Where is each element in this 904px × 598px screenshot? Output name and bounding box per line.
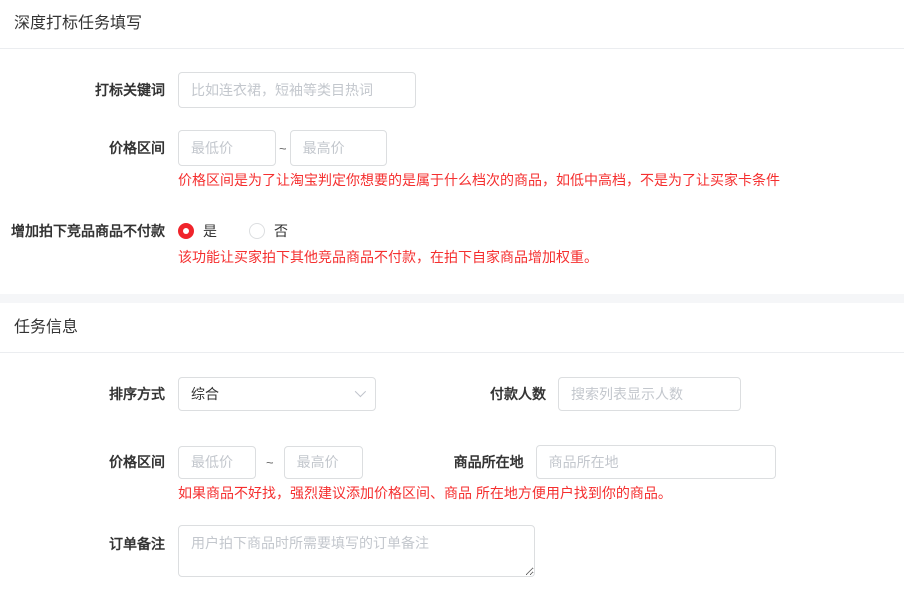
tilde-separator: ~ — [279, 141, 287, 156]
keyword-row: 打标关键词 — [0, 72, 904, 108]
price-range-hint: 价格区间是为了让淘宝判定你想要的是属于什么档次的商品，如低中高档，不是为了让买家… — [178, 172, 904, 188]
section-divider — [0, 352, 904, 353]
sort-payers-row: 排序方式 综合 付款人数 — [0, 377, 904, 411]
section-title-deep-marking: 深度打标任务填写 — [0, 0, 904, 35]
competitor-radio-group: 是 否 — [178, 221, 320, 241]
radio-option-no[interactable]: 否 — [249, 221, 288, 241]
keyword-input[interactable] — [178, 72, 416, 108]
radio-unchecked-icon — [249, 223, 265, 239]
section-deep-marking-task: 深度打标任务填写 打标关键词 价格区间 ~ 价格区间是为了让淘宝判定你想要的是属… — [0, 0, 904, 265]
section-divider — [0, 48, 904, 49]
section-task-info: 任务信息 排序方式 综合 付款人数 价格区间 ~ 商品所在地 如果商品不好找，强… — [0, 303, 904, 577]
radio-option-yes-label: 是 — [203, 221, 217, 241]
deep-marking-form-page: 深度打标任务填写 打标关键词 价格区间 ~ 价格区间是为了让淘宝判定你想要的是属… — [0, 0, 904, 577]
sort-select[interactable]: 综合 — [178, 377, 376, 411]
price-min-input2[interactable] — [178, 446, 256, 479]
price-location-hint: 如果商品不好找，强烈建议添加价格区间、商品 所在地方便用户找到你的商品。 — [178, 485, 904, 501]
price-range-row: 价格区间 ~ — [0, 130, 904, 166]
price-range2-label: 价格区间 — [0, 452, 165, 472]
keyword-label: 打标关键词 — [0, 80, 165, 100]
price-min-input[interactable] — [178, 130, 276, 166]
chevron-down-icon — [355, 385, 366, 396]
order-note-row: 订单备注 — [0, 525, 904, 577]
sort-select-value: 综合 — [191, 384, 219, 404]
price-location-row: 价格区间 ~ 商品所在地 — [0, 445, 904, 479]
payers-input[interactable] — [558, 377, 741, 411]
sort-label: 排序方式 — [0, 384, 165, 404]
radio-option-no-label: 否 — [274, 221, 288, 241]
payers-label: 付款人数 — [376, 384, 546, 404]
competitor-label: 增加拍下竞品商品不付款 — [0, 221, 165, 241]
price-max-input[interactable] — [290, 130, 387, 166]
price-max-input2[interactable] — [284, 446, 363, 479]
section-separator-band — [0, 294, 904, 303]
section-title-task-info: 任务信息 — [0, 303, 904, 339]
radio-checked-icon — [178, 223, 194, 239]
tilde-separator: ~ — [266, 455, 274, 470]
price-range-label: 价格区间 — [0, 138, 165, 158]
order-note-label: 订单备注 — [0, 525, 165, 554]
location-label: 商品所在地 — [363, 452, 524, 472]
location-input[interactable] — [536, 445, 776, 479]
competitor-row: 增加拍下竞品商品不付款 是 否 — [0, 221, 904, 241]
order-note-textarea[interactable] — [178, 525, 535, 577]
radio-option-yes[interactable]: 是 — [178, 221, 217, 241]
competitor-hint: 该功能让买家拍下其他竞品商品不付款，在拍下自家商品增加权重。 — [178, 249, 904, 265]
